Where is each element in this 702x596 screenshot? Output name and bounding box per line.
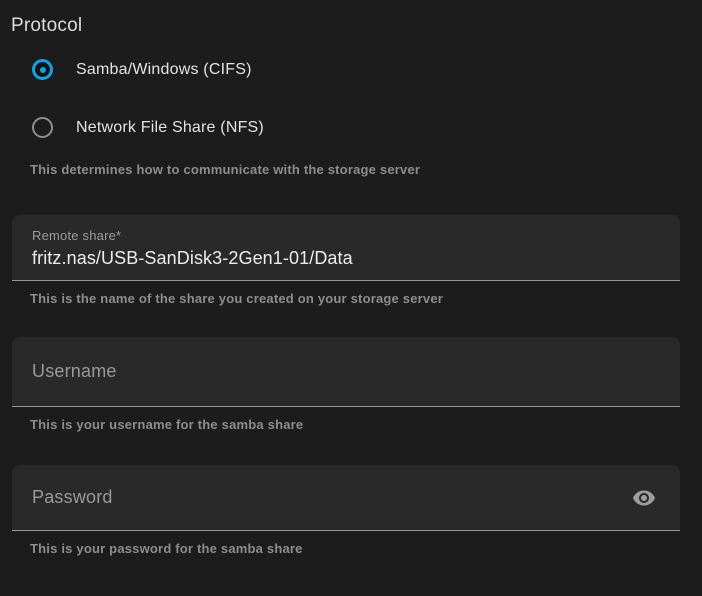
password-label: Password: [32, 487, 632, 508]
protocol-group-label: Protocol: [11, 14, 702, 37]
radio-option-nfs[interactable]: Network File Share (NFS): [32, 117, 702, 138]
remote-share-helper-text: This is the name of the share you create…: [30, 291, 702, 306]
password-input[interactable]: Password: [12, 465, 680, 531]
visibility-eye-icon: [632, 486, 656, 510]
radio-selected-icon[interactable]: [32, 59, 53, 80]
protocol-helper-text: This determines how to communicate with …: [30, 162, 702, 177]
username-helper-text: This is your username for the samba shar…: [30, 417, 702, 432]
username-label: Username: [32, 361, 680, 382]
radio-option-nfs-label: Network File Share (NFS): [76, 119, 264, 137]
username-input[interactable]: Username: [12, 337, 680, 407]
radio-option-cifs-label: Samba/Windows (CIFS): [76, 61, 252, 79]
remote-share-input[interactable]: Remote share* fritz.nas/USB-SanDisk3-2Ge…: [12, 215, 680, 281]
radio-unselected-icon[interactable]: [32, 117, 53, 138]
password-helper-text: This is your password for the samba shar…: [30, 541, 702, 556]
remote-share-value[interactable]: fritz.nas/USB-SanDisk3-2Gen1-01/Data: [32, 248, 680, 269]
radio-dot-icon: [40, 67, 46, 73]
password-visibility-toggle-button[interactable]: [632, 486, 656, 510]
radio-option-cifs[interactable]: Samba/Windows (CIFS): [32, 59, 702, 80]
remote-share-label: Remote share*: [32, 228, 680, 243]
